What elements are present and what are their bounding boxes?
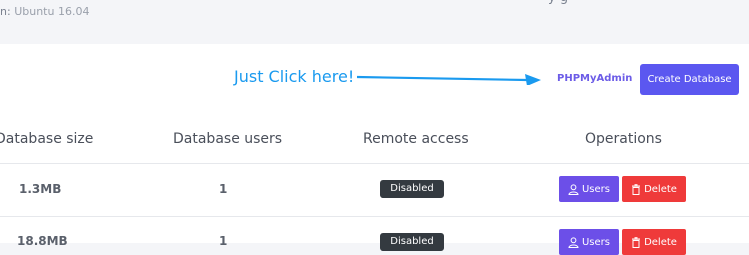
arrow-right-icon <box>356 74 541 85</box>
trash-icon <box>632 183 641 195</box>
database-users-cell: 1 <box>219 182 228 196</box>
column-header-operations: Operations <box>585 131 662 147</box>
remote-access-badge: Disabled <box>380 180 444 198</box>
database-users-cell: 1 <box>219 234 228 248</box>
user-icon <box>568 236 579 248</box>
delete-button-label: Delete <box>644 183 677 195</box>
column-header-users: Database users <box>173 131 283 147</box>
header-divider <box>0 163 749 164</box>
delete-button[interactable]: Delete <box>622 176 686 202</box>
column-header-size: Database size <box>0 131 94 147</box>
phpmyadmin-link[interactable]: PHPMyAdmin <box>557 73 632 84</box>
delete-button[interactable]: Delete <box>622 229 686 255</box>
clipped-text: y g <box>548 0 568 5</box>
users-button[interactable]: Users <box>559 176 619 202</box>
delete-button-label: Delete <box>644 236 677 248</box>
users-button-label: Users <box>581 236 610 248</box>
column-header-remote: Remote access <box>363 131 469 147</box>
trash-icon <box>632 236 641 248</box>
remote-access-badge: Disabled <box>380 233 444 251</box>
os-info: n: Ubuntu 16.04 <box>0 5 89 18</box>
users-button[interactable]: Users <box>559 229 619 255</box>
database-size-cell: 18.8MB <box>17 234 68 248</box>
top-bar: n: Ubuntu 16.04 y g <box>0 0 749 44</box>
annotation-text: Just Click here! <box>234 67 355 86</box>
os-value: Ubuntu 16.04 <box>14 5 90 18</box>
database-size-cell: 1.3MB <box>19 182 62 196</box>
os-label: n: <box>0 5 11 18</box>
create-database-button[interactable]: Create Database <box>640 64 739 95</box>
users-button-label: Users <box>581 183 610 195</box>
row-divider <box>0 216 749 217</box>
user-icon <box>568 183 579 195</box>
